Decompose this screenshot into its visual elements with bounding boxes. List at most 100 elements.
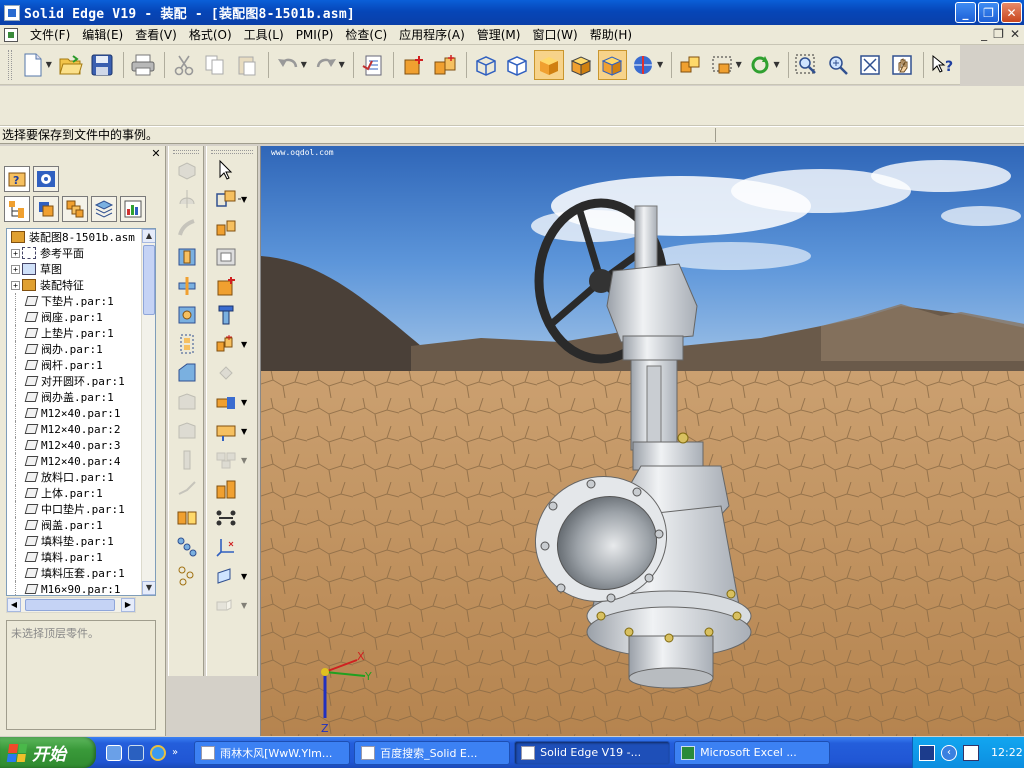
new-button[interactable] [18,50,48,80]
print-button[interactable] [128,50,158,80]
toolbar-grip[interactable] [173,150,199,154]
split-tool[interactable] [174,505,200,531]
path-pattern-tool[interactable] [174,563,200,589]
insert-part-tool[interactable] [213,273,253,299]
clock[interactable]: 12:22 [991,746,1023,759]
assembly-tree[interactable]: 装配图8-1501b.asm + 参考平面 + 草图 + 装配特征 下垫片.pa… [6,228,156,596]
reference-plane-tool[interactable]: ▼ [213,563,253,589]
weld-bead-tool[interactable] [213,505,253,531]
thin-wall-tool[interactable] [174,389,200,415]
pattern-circular-tool[interactable] [174,534,200,560]
revolved-cutout-tool[interactable] [174,302,200,328]
chamfer-tool[interactable] [174,360,200,386]
fit-view-button[interactable] [856,50,886,80]
tree-row-root[interactable]: 装配图8-1501b.asm [7,229,155,245]
edgebar-tab-select-tools[interactable] [62,196,88,222]
zoom-area-button[interactable] [793,50,823,80]
tree-horizontal-scrollbar[interactable]: ◀ ▶ [6,597,136,613]
frame-tool[interactable]: ▼ [213,418,253,444]
select-tools-button[interactable] [676,50,706,80]
mdi-minimize-button[interactable]: _ [981,27,987,41]
protrusion-tool[interactable] [174,157,200,183]
selection-box-button[interactable] [708,50,738,80]
edgebar-tab-feature-library[interactable] [33,166,59,192]
panel-close-button[interactable]: ✕ [150,148,162,160]
edgebar-tab-parts-library[interactable] [33,196,59,222]
rib-tool[interactable] [174,447,200,473]
pattern-parts-tool[interactable]: ▼ [213,331,253,357]
assemble-button[interactable] [430,50,460,80]
pattern-tool[interactable] [174,331,200,357]
menu-window[interactable]: 窗口(W) [526,26,583,43]
whats-this-button[interactable]: ? [928,50,958,80]
move-part-tool[interactable] [174,476,200,502]
scroll-thumb[interactable] [143,245,155,315]
edgebar-tab-help[interactable]: ? [4,166,30,192]
view-wireframe-button[interactable] [471,50,501,80]
cutout-tool[interactable] [174,273,200,299]
edgebar-tab-layers[interactable] [91,196,117,222]
refresh-button[interactable] [746,50,776,80]
app-icon[interactable] [4,4,20,21]
sweep-tool[interactable] [174,215,200,241]
show-hidden-icons-icon[interactable]: ‹ [941,744,957,761]
input-method-icon[interactable] [963,744,979,761]
media-player-icon[interactable] [128,744,144,761]
menu-inspect[interactable]: 检查(C) [339,26,393,43]
scroll-thumb[interactable] [25,599,115,611]
tree-row-part[interactable]: M12×40.par:4 [7,453,155,469]
render-sphere-button[interactable] [629,50,659,80]
menu-edit[interactable]: 编辑(E) [76,26,129,43]
expand-toggle-icon[interactable]: + [11,264,20,274]
tree-row-part[interactable]: M16×90.par:1 [7,581,155,595]
hide-part-tool[interactable] [213,360,253,386]
internet-explorer-icon[interactable] [150,744,166,761]
scroll-down-icon[interactable]: ▼ [142,581,155,595]
minimize-button[interactable]: _ [955,2,976,23]
expand-toggle-icon[interactable]: + [11,280,20,290]
insert-component-button[interactable] [398,50,428,80]
tree-row-part[interactable]: 下垫片.par:1 [7,293,155,309]
graphics-viewport[interactable]: www.oqdol.com X Y Z [260,146,1024,736]
menu-tools[interactable]: 工具(L) [238,26,290,43]
zoom-button[interactable] [824,50,854,80]
tree-row-part[interactable]: M12×40.par:3 [7,437,155,453]
save-button[interactable] [88,50,118,80]
undo-button[interactable] [273,50,303,80]
hole-tool[interactable] [174,244,200,270]
menu-view[interactable]: 查看(V) [129,26,183,43]
taskbar-button-baidu[interactable]: 百度搜索_Solid E... [354,740,511,765]
copy-button[interactable] [201,50,231,80]
toolbar-grip[interactable] [211,150,253,154]
menu-applications[interactable]: 应用程序(A) [393,26,471,43]
tree-row-reference-planes[interactable]: + 参考平面 [7,245,155,261]
properties-button[interactable] [358,50,388,80]
scroll-up-icon[interactable]: ▲ [142,229,155,243]
tree-row-part[interactable]: 填料压套.par:1 [7,565,155,581]
wire-harness-tool[interactable]: ▼ [213,447,253,473]
scroll-left-icon[interactable]: ◀ [7,598,21,612]
tree-row-part[interactable]: 填料.par:1 [7,549,155,565]
taskbar-button-ylmf[interactable]: 雨林木风[WwW.Ylm... [194,740,351,765]
show-desktop-icon[interactable] [106,744,122,761]
edgebar-tab-sensors[interactable] [120,196,146,222]
tube-tool[interactable]: ▼ [213,389,253,415]
tree-row-assembly-features[interactable]: + 装配特征 [7,277,155,293]
tree-row-part[interactable]: 对开圆环.par:1 [7,373,155,389]
start-button[interactable]: 开始 [0,737,96,768]
tree-row-part[interactable]: 阀杆.par:1 [7,357,155,373]
tree-vertical-scrollbar[interactable]: ▲ ▼ [141,229,155,595]
menu-format[interactable]: 格式(O) [183,26,238,43]
quick-launch-more-icon[interactable]: » [172,747,178,758]
relationship-tool[interactable] [213,244,253,270]
coordinate-system-tool[interactable] [213,534,253,560]
edgebar-tab-pathfinder[interactable] [4,196,30,222]
tree-row-part[interactable]: 阀盖.par:1 [7,517,155,533]
close-button[interactable]: ✕ [1001,2,1022,23]
tree-row-part[interactable]: M12×40.par:1 [7,405,155,421]
maximize-button[interactable]: ❐ [978,2,999,23]
assemble-tool[interactable]: ▼ [213,186,253,212]
mdi-restore-button[interactable]: ❐ [993,27,1004,41]
menu-file[interactable]: 文件(F) [24,26,76,43]
open-button[interactable] [56,50,86,80]
